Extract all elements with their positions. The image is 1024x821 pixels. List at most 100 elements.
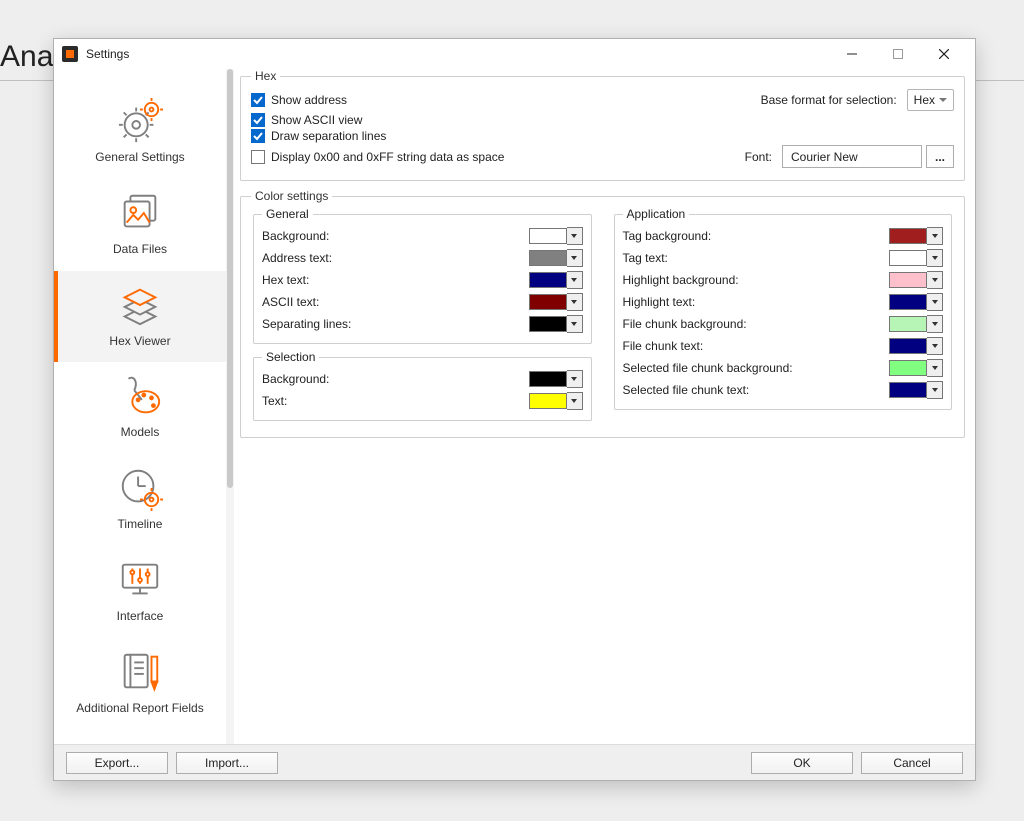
titlebar: Settings: [54, 39, 975, 69]
sidebar-item-hex-viewer[interactable]: Hex Viewer: [54, 271, 226, 363]
color-general-color-picker[interactable]: [529, 271, 583, 289]
sidebar: General Settings Data Files: [54, 69, 226, 744]
color-application-row: Highlight text:: [623, 291, 944, 313]
color-selection-color-picker[interactable]: [529, 392, 583, 410]
maximize-button[interactable]: [875, 39, 921, 69]
hex-group: Hex Show address Base format for selecti…: [240, 69, 965, 181]
color-application-row: Selected file chunk text:: [623, 379, 944, 401]
color-general-row: Separating lines:: [262, 313, 583, 335]
ok-label: OK: [793, 756, 810, 770]
base-format-select[interactable]: Hex: [907, 89, 954, 111]
files-icon: [117, 189, 163, 237]
color-swatch: [889, 228, 927, 244]
color-dropdown-button[interactable]: [927, 271, 943, 289]
minimize-button[interactable]: [829, 39, 875, 69]
color-swatch: [889, 250, 927, 266]
color-selection-label: Text:: [262, 394, 529, 408]
color-application-color-picker[interactable]: [889, 315, 943, 333]
chevron-down-icon: [571, 234, 577, 238]
color-dropdown-button[interactable]: [927, 227, 943, 245]
color-general-color-picker[interactable]: [529, 315, 583, 333]
color-general-label: ASCII text:: [262, 295, 529, 309]
color-dropdown-button[interactable]: [567, 271, 583, 289]
sidebar-item-interface[interactable]: Interface: [54, 546, 226, 638]
palette-icon: [117, 372, 163, 420]
sidebar-item-models[interactable]: Models: [54, 362, 226, 454]
color-general-color-picker[interactable]: [529, 293, 583, 311]
color-dropdown-button[interactable]: [567, 227, 583, 245]
font-browse-button[interactable]: ...: [926, 145, 954, 168]
settings-dialog: Settings: [53, 38, 976, 781]
sidebar-item-label: Models: [121, 426, 160, 440]
display-space-checkbox[interactable]: [251, 150, 265, 164]
color-dropdown-button[interactable]: [927, 381, 943, 399]
color-swatch: [889, 272, 927, 288]
show-ascii-label: Show ASCII view: [271, 113, 362, 127]
color-swatch: [889, 382, 927, 398]
color-general-color-picker[interactable]: [529, 227, 583, 245]
color-dropdown-button[interactable]: [927, 337, 943, 355]
show-ascii-checkbox[interactable]: [251, 113, 265, 127]
show-address-checkbox[interactable]: [251, 93, 265, 107]
color-application-legend: Application: [623, 207, 690, 221]
color-swatch: [889, 294, 927, 310]
color-selection-row: Text:: [262, 390, 583, 412]
color-application-color-picker[interactable]: [889, 359, 943, 377]
color-dropdown-button[interactable]: [927, 359, 943, 377]
color-dropdown-button[interactable]: [567, 293, 583, 311]
cancel-label: Cancel: [893, 756, 930, 770]
color-right-column: Application Tag background:Tag text:High…: [612, 207, 955, 427]
color-application-color-picker[interactable]: [889, 337, 943, 355]
cancel-button[interactable]: Cancel: [861, 752, 963, 774]
color-selection-color-picker[interactable]: [529, 370, 583, 388]
color-dropdown-button[interactable]: [567, 370, 583, 388]
chevron-down-icon: [571, 322, 577, 326]
color-dropdown-button[interactable]: [927, 249, 943, 267]
color-application-row: File chunk background:: [623, 313, 944, 335]
scrollbar-thumb[interactable]: [227, 69, 233, 488]
clock-gear-icon: [117, 464, 163, 512]
sidebar-item-general-settings[interactable]: General Settings: [54, 87, 226, 179]
close-button[interactable]: [921, 39, 967, 69]
color-dropdown-button[interactable]: [567, 315, 583, 333]
draw-separation-checkbox[interactable]: [251, 129, 265, 143]
import-label: Import...: [205, 756, 249, 770]
color-general-legend: General: [262, 207, 313, 221]
monitor-sliders-icon: [117, 556, 163, 604]
color-dropdown-button[interactable]: [567, 249, 583, 267]
sidebar-item-data-files[interactable]: Data Files: [54, 179, 226, 271]
sidebar-item-additional-report-fields[interactable]: Additional Report Fields: [54, 638, 226, 730]
ok-button[interactable]: OK: [751, 752, 853, 774]
sidebar-item-timeline[interactable]: Timeline: [54, 454, 226, 546]
import-button[interactable]: Import...: [176, 752, 278, 774]
export-button[interactable]: Export...: [66, 752, 168, 774]
color-application-color-picker[interactable]: [889, 271, 943, 289]
color-application-color-picker[interactable]: [889, 249, 943, 267]
color-general-row: ASCII text:: [262, 291, 583, 313]
chevron-down-icon: [932, 388, 938, 392]
color-application-color-picker[interactable]: [889, 293, 943, 311]
color-general-label: Address text:: [262, 251, 529, 265]
base-format-label: Base format for selection:: [761, 93, 897, 107]
color-dropdown-button[interactable]: [927, 293, 943, 311]
content-scrollbar[interactable]: [226, 69, 234, 744]
chevron-down-icon: [571, 300, 577, 304]
font-browse-label: ...: [935, 150, 945, 164]
chevron-down-icon: [571, 256, 577, 260]
color-selection-legend: Selection: [262, 350, 319, 364]
layers-icon: [117, 281, 163, 329]
draw-separation-label: Draw separation lines: [271, 129, 386, 143]
color-swatch: [529, 228, 567, 244]
color-application-color-picker[interactable]: [889, 227, 943, 245]
check-icon: [253, 115, 263, 125]
color-general-color-picker[interactable]: [529, 249, 583, 267]
maximize-icon: [893, 49, 903, 59]
color-dropdown-button[interactable]: [567, 392, 583, 410]
color-application-label: File chunk text:: [623, 339, 890, 353]
color-general-row: Address text:: [262, 247, 583, 269]
color-application-label: Tag text:: [623, 251, 890, 265]
color-dropdown-button[interactable]: [927, 315, 943, 333]
color-application-color-picker[interactable]: [889, 381, 943, 399]
display-space-label: Display 0x00 and 0xFF string data as spa…: [271, 150, 504, 164]
font-input[interactable]: Courier New: [782, 145, 922, 168]
